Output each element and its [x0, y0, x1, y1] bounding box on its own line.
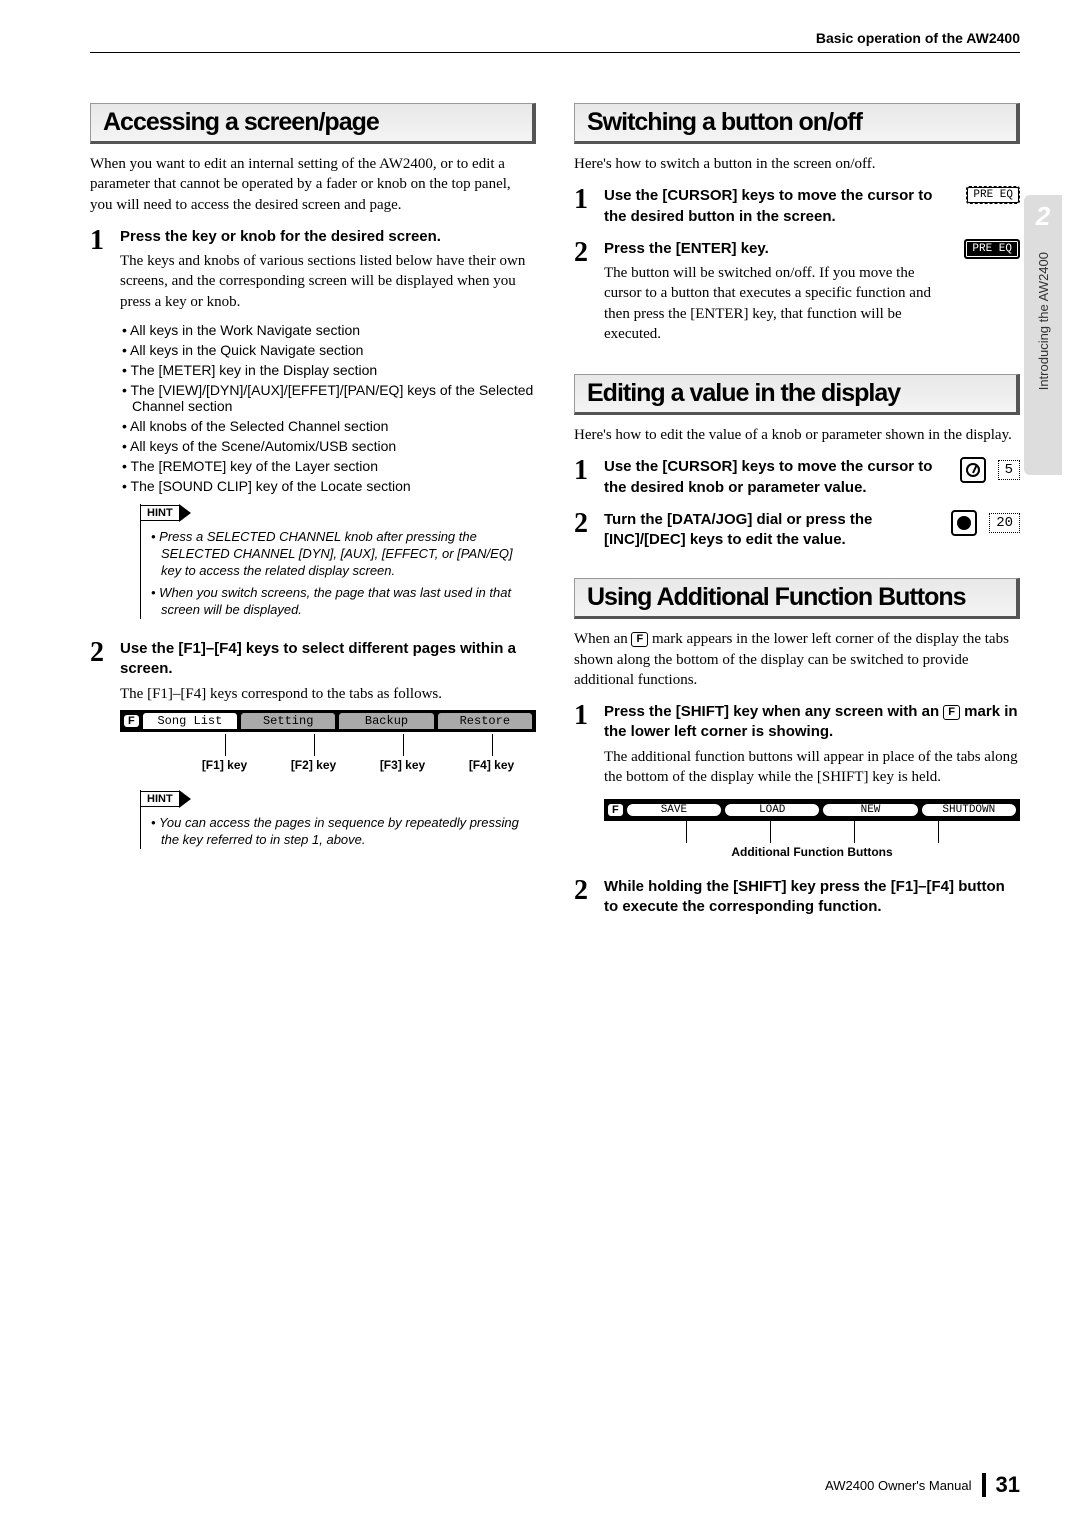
intro-text: When you want to edit an internal settin… [90, 154, 536, 215]
step-2: 2 Use the [F1]–[F4] keys to select diffe… [90, 639, 536, 861]
bullet-item: All keys in the Quick Navigate section [120, 342, 536, 358]
right-column: Switching a button on/off Here's how to … [574, 103, 1020, 930]
step-2: 2 Press the [ENTER] key. The button will… [574, 239, 1020, 350]
step-number: 2 [574, 510, 592, 555]
step-title: Press the [SHIFT] key when any screen wi… [604, 702, 1020, 743]
hint-tag: HINT [140, 791, 180, 807]
step-1: 1 Press the key or knob for the desired … [90, 227, 536, 631]
chapter-number: 2 [1036, 201, 1050, 232]
f-mark-icon: F [608, 804, 623, 816]
fn-load: LOAD [725, 804, 819, 816]
pre-eq-button-off: PRE EQ [966, 186, 1020, 204]
section-heading: Using Additional Function Buttons [574, 578, 1020, 619]
bullet-item: The [REMOTE] key of the Layer section [120, 458, 536, 474]
page-header: Basic operation of the AW2400 [90, 30, 1020, 53]
step-1: 1 Use the [CURSOR] keys to move the curs… [574, 457, 1020, 502]
f-mark-icon: F [124, 715, 139, 727]
step-para: The button will be switched on/off. If y… [604, 263, 954, 344]
section-heading: Switching a button on/off [574, 103, 1020, 144]
step-para: The [F1]–[F4] keys correspond to the tab… [120, 684, 536, 704]
hint-item: When you switch screens, the page that w… [151, 585, 536, 619]
tab-key-label: [F1] key [180, 758, 269, 772]
step-number: 2 [574, 877, 592, 922]
page-footer: AW2400 Owner's Manual 31 [825, 1472, 1020, 1498]
function-strip: F SAVE LOAD NEW SHUTDOWN [604, 799, 1020, 821]
step-title: Use the [CURSOR] keys to move the cursor… [604, 186, 956, 227]
hint-box: HINT You can access the pages in sequenc… [140, 790, 536, 849]
hint-tag: HINT [140, 505, 180, 521]
step-number: 1 [574, 702, 592, 859]
chapter-label: Introducing the AW2400 [1036, 252, 1051, 390]
step-2: 2 While holding the [SHIFT] key press th… [574, 877, 1020, 922]
step-1: 1 Press the [SHIFT] key when any screen … [574, 702, 1020, 859]
left-column: Accessing a screen/page When you want to… [90, 103, 536, 930]
value-box: 20 [989, 513, 1020, 533]
step-para: The additional function buttons will app… [604, 747, 1020, 788]
knob-icon-selected [951, 510, 977, 536]
step-1: 1 Use the [CURSOR] keys to move the curs… [574, 186, 1020, 231]
step-title: Press the [ENTER] key. [604, 239, 954, 259]
tab-setting: Setting [241, 713, 335, 729]
fn-new: NEW [823, 804, 917, 816]
hint-item: Press a SELECTED CHANNEL knob after pres… [151, 529, 536, 580]
step-2: 2 Turn the [DATA/JOG] dial or press the … [574, 510, 1020, 555]
knob-value-row: 5 [960, 457, 1020, 483]
tab-key-label: [F4] key [447, 758, 536, 772]
step-para: The keys and knobs of various sections l… [120, 251, 536, 312]
hint-box: HINT Press a SELECTED CHANNEL knob after… [140, 504, 536, 619]
knob-value-row: 20 [951, 510, 1020, 536]
step-number: 2 [90, 639, 108, 861]
step-title: Press the key or knob for the desired sc… [120, 227, 536, 247]
intro-text: Here's how to edit the value of a knob o… [574, 425, 1020, 445]
intro-text: When an F mark appears in the lower left… [574, 629, 1020, 690]
tab-key-labels: [F1] key [F2] key [F3] key [F4] key [120, 758, 536, 772]
step-title: Turn the [DATA/JOG] dial or press the [I… [604, 510, 941, 551]
bullet-item: All knobs of the Selected Channel sectio… [120, 418, 536, 434]
tab-restore: Restore [438, 713, 532, 729]
footer-divider [982, 1473, 986, 1497]
fn-shutdown: SHUTDOWN [922, 804, 1016, 816]
step-title: Use the [F1]–[F4] keys to select differe… [120, 639, 536, 680]
bullet-item: The [VIEW]/[DYN]/[AUX]/[EFFET]/[PAN/EQ] … [120, 382, 536, 414]
fn-save: SAVE [627, 804, 721, 816]
manual-title: AW2400 Owner's Manual [825, 1478, 972, 1493]
step-number: 1 [90, 227, 108, 631]
tab-key-label: [F3] key [358, 758, 447, 772]
bullet-item: All keys of the Scene/Automix/USB sectio… [120, 438, 536, 454]
tab-backup: Backup [339, 713, 433, 729]
knob-icon [960, 457, 986, 483]
section-heading: Accessing a screen/page [90, 103, 536, 144]
tab-song-list: Song List [143, 713, 237, 729]
tab-key-label: [F2] key [269, 758, 358, 772]
step-title: Use the [CURSOR] keys to move the cursor… [604, 457, 950, 498]
intro-text: Here's how to switch a button in the scr… [574, 154, 1020, 174]
pre-eq-button-on: PRE EQ [964, 239, 1020, 259]
function-caption: Additional Function Buttons [604, 845, 1020, 859]
f-mark-icon: F [631, 632, 648, 647]
step-title: While holding the [SHIFT] key press the … [604, 877, 1020, 918]
step-number: 2 [574, 239, 592, 350]
side-tab: 2 Introducing the AW2400 [1024, 195, 1062, 475]
page-number: 31 [996, 1472, 1020, 1498]
value-box: 5 [998, 460, 1020, 480]
f-mark-icon: F [943, 705, 960, 720]
step-number: 1 [574, 186, 592, 231]
bullet-item: All keys in the Work Navigate section [120, 322, 536, 338]
section-heading: Editing a value in the display [574, 374, 1020, 415]
bullet-item: The [SOUND CLIP] key of the Locate secti… [120, 478, 536, 494]
step-number: 1 [574, 457, 592, 502]
bullet-item: The [METER] key in the Display section [120, 362, 536, 378]
bullet-list: All keys in the Work Navigate section Al… [120, 322, 536, 494]
hint-item: You can access the pages in sequence by … [151, 815, 536, 849]
tab-strip: F Song List Setting Backup Restore [120, 710, 536, 732]
